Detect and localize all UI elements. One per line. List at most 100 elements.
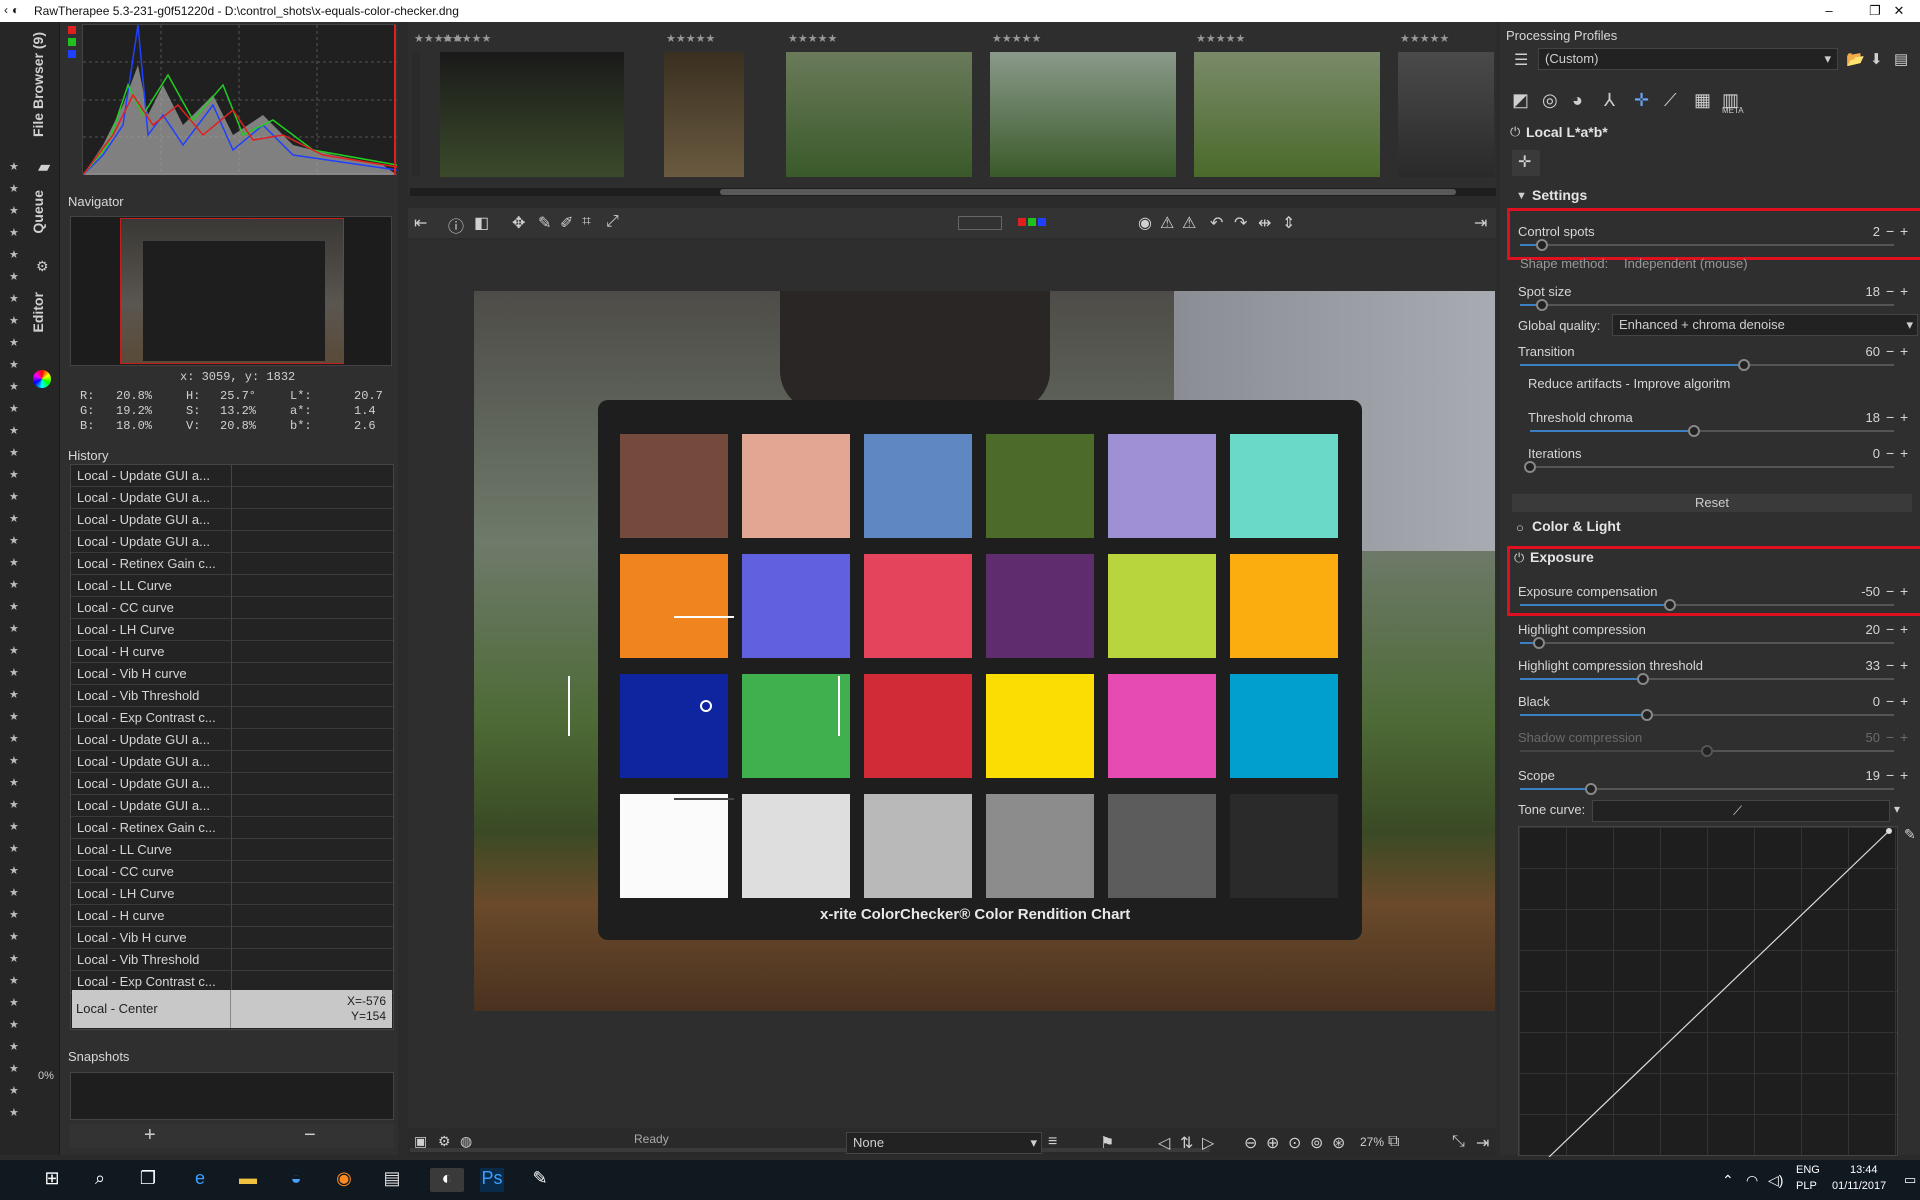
rank-star-icon[interactable]: ★ <box>9 468 19 481</box>
film-thumbnail[interactable] <box>412 52 420 177</box>
history-row[interactable]: Local - Update GUI a... <box>71 729 393 751</box>
transition-value[interactable]: 60 <box>1840 344 1880 359</box>
history-row[interactable]: Local - Update GUI a... <box>71 509 393 531</box>
rank-star-icon[interactable]: ★ <box>9 754 19 767</box>
transition-increase-button[interactable]: + <box>1900 343 1908 359</box>
collapse-icon[interactable]: ⇥ <box>1476 1133 1489 1153</box>
scope-decrease-button[interactable]: − <box>1886 767 1894 783</box>
color-picker-icon[interactable]: ✐ <box>560 213 573 233</box>
history-row[interactable]: Local - CC curve <box>71 597 393 619</box>
rank-star-icon[interactable]: ★ <box>9 160 19 173</box>
rotate-left-icon[interactable]: ↶ <box>1210 213 1223 233</box>
history-row[interactable]: Local - Update GUI a... <box>71 751 393 773</box>
thumbnail-rank[interactable]: ★★★★★ <box>788 32 837 45</box>
history-row[interactable]: Local - Retinex Gain c... <box>71 817 393 839</box>
highlight-clip-warning-icon[interactable]: ⚠ <box>1182 213 1196 233</box>
history-row[interactable]: Local - Update GUI a... <box>71 795 393 817</box>
film-thumbnail[interactable] <box>1398 52 1494 177</box>
spot-handle-left[interactable] <box>568 676 570 736</box>
global-quality-combo[interactable]: Enhanced + chroma denoise ▾ <box>1612 314 1918 336</box>
highlight-comp-increase-button[interactable]: + <box>1900 621 1908 637</box>
scope-increase-button[interactable]: + <box>1900 767 1908 783</box>
rawtherapee-taskbar-icon[interactable]: ◐ <box>430 1168 464 1192</box>
app-flag-icon[interactable]: ▤ <box>380 1168 404 1192</box>
rank-star-icon[interactable]: ★ <box>9 1106 19 1119</box>
edge-icon[interactable]: e <box>188 1168 212 1192</box>
exposure-title[interactable]: Exposure <box>1530 549 1594 565</box>
detail-tab-icon[interactable]: ◎ <box>1542 90 1558 111</box>
color-tab-icon[interactable]: ◕ <box>1572 90 1583 111</box>
rank-star-icon[interactable]: ★ <box>9 446 19 459</box>
next-image-icon[interactable]: ▷ <box>1202 1133 1214 1153</box>
back-icon[interactable]: ‹ <box>4 3 8 17</box>
rank-star-icon[interactable]: ★ <box>9 512 19 525</box>
history-row[interactable]: Local - Update GUI a... <box>71 487 393 509</box>
threshold-chroma-value[interactable]: 18 <box>1840 410 1880 425</box>
tone-curve-editor[interactable] <box>1518 826 1898 1158</box>
rank-star-icon[interactable]: ★ <box>9 820 19 833</box>
before-after-icon[interactable]: ◧ <box>474 213 489 233</box>
scope-value[interactable]: 19 <box>1840 768 1880 783</box>
clock-time[interactable]: 13:44 <box>1850 1164 1878 1176</box>
white-balance-picker-icon[interactable]: ✎ <box>538 213 551 233</box>
paint-icon[interactable]: ✎ <box>528 1168 552 1192</box>
exposure-tab-icon[interactable]: ◩ <box>1512 90 1529 111</box>
local-tab-icon[interactable]: ✛ <box>1634 90 1649 111</box>
rank-star-icon[interactable]: ★ <box>9 930 19 943</box>
film-thumbnail[interactable] <box>440 52 624 177</box>
preview-blue-button[interactable] <box>1038 218 1046 226</box>
rank-star-icon[interactable]: ★ <box>9 1018 19 1031</box>
filmstrip-scrollbar[interactable] <box>410 188 1496 196</box>
volume-icon[interactable]: ◁) <box>1768 1172 1783 1189</box>
history-selected-row[interactable]: Local - Center X=-576 Y=154 <box>72 990 392 1028</box>
rank-star-icon[interactable]: ★ <box>9 1084 19 1097</box>
reset-button[interactable]: Reset <box>1512 494 1912 512</box>
shape-method-value[interactable]: Independent (mouse) <box>1624 256 1748 271</box>
spot-size-slider[interactable] <box>1520 304 1894 306</box>
curve-pencil-icon[interactable]: ✎ <box>1904 826 1916 843</box>
history-row[interactable]: Local - Update GUI a... <box>71 465 393 487</box>
spot-handle-right[interactable] <box>838 676 840 736</box>
zoom-fit-icon[interactable]: ⊙ <box>1288 1133 1301 1153</box>
network-icon[interactable]: ◠ <box>1746 1172 1758 1189</box>
history-row[interactable]: Local - H curve <box>71 641 393 663</box>
blue-channel-toggle[interactable] <box>68 50 76 58</box>
black-increase-button[interactable]: + <box>1900 693 1908 709</box>
rank-star-icon[interactable]: ★ <box>9 600 19 613</box>
firefox-icon[interactable]: ◉ <box>332 1168 356 1192</box>
rank-star-icon[interactable]: ★ <box>9 996 19 1009</box>
notifications-icon[interactable]: ▭ <box>1904 1172 1916 1188</box>
slider-knob[interactable] <box>1701 745 1713 757</box>
local-lab-power-icon[interactable]: ⏻ <box>1510 124 1520 140</box>
prev-image-icon[interactable]: ◁ <box>1158 1133 1170 1153</box>
shadow-comp-decrease-button[interactable]: − <box>1886 729 1894 745</box>
history-row[interactable]: Local - LL Curve <box>71 575 393 597</box>
spot-size-decrease-button[interactable]: − <box>1886 283 1894 299</box>
rank-star-icon[interactable]: ★ <box>9 534 19 547</box>
shadow-comp-value[interactable]: 50 <box>1840 730 1880 745</box>
spot-size-increase-button[interactable]: + <box>1900 283 1908 299</box>
history-list[interactable]: Local - Update GUI a... Local - Update GU… <box>70 464 394 1030</box>
flip-vertical-icon[interactable]: ⇕ <box>1282 213 1295 233</box>
history-row[interactable]: Local - LL Curve <box>71 839 393 861</box>
history-row[interactable]: Local - Update GUI a... <box>71 531 393 553</box>
minimize-button[interactable]: – <box>1806 0 1852 22</box>
history-row[interactable]: Local - Vib H curve <box>71 927 393 949</box>
rank-star-icon[interactable]: ★ <box>9 556 19 569</box>
history-row[interactable]: Local - CC curve <box>71 861 393 883</box>
film-thumbnail[interactable] <box>664 52 744 177</box>
focus-mask-icon[interactable]: ◉ <box>1138 213 1152 233</box>
slider-knob[interactable] <box>1532 637 1545 649</box>
hand-tool-icon[interactable]: ✥ <box>512 213 525 233</box>
tone-curve-dropdown-icon[interactable]: ▾ <box>1894 802 1900 816</box>
transform-tab-icon[interactable]: ⟋ <box>1664 90 1677 111</box>
threshold-chroma-increase-button[interactable]: + <box>1900 409 1908 425</box>
thunderbird-icon[interactable]: ◒ <box>284 1168 308 1192</box>
rank-star-icon[interactable]: ★ <box>9 402 19 415</box>
rank-star-icon[interactable]: ★ <box>9 578 19 591</box>
rank-star-icon[interactable]: ★ <box>9 336 19 349</box>
rank-star-icon[interactable]: ★ <box>9 622 19 635</box>
photoshop-icon[interactable]: Ps <box>480 1168 504 1192</box>
rank-star-icon[interactable]: ★ <box>9 864 19 877</box>
transition-decrease-button[interactable]: − <box>1886 343 1894 359</box>
